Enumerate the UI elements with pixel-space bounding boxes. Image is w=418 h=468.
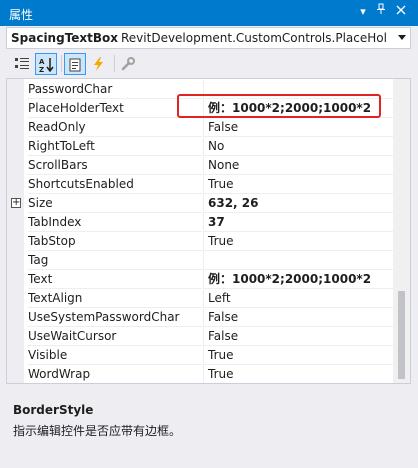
vertical-scrollbar[interactable]	[393, 79, 410, 383]
alphabetical-view-button[interactable]: A Z	[35, 53, 57, 75]
property-name: Size	[28, 194, 202, 213]
property-value[interactable]: Left	[203, 289, 394, 308]
property-name: TextAlign	[28, 289, 202, 308]
property-row[interactable]: ShortcutsEnabled True	[7, 175, 394, 194]
property-value[interactable]: 632, 26	[203, 194, 394, 213]
property-value[interactable]: False	[203, 327, 394, 346]
property-value[interactable]: True	[203, 232, 394, 251]
toolbar: A Z	[6, 52, 411, 76]
property-name: Tag	[28, 251, 202, 270]
property-grid: PasswordChar PlaceHolderText 例：1000*2;2000…	[6, 78, 411, 384]
categorized-icon	[15, 58, 29, 69]
description-pane: BorderStyle 指示编辑控件是否应带有边框。	[6, 398, 411, 463]
property-name: PasswordChar	[28, 80, 202, 99]
property-pages-button[interactable]	[117, 53, 139, 75]
properties-icon	[69, 58, 81, 72]
property-row[interactable]: RightToLeft No	[7, 137, 394, 156]
toolbar-separator	[61, 55, 62, 72]
property-name: ShortcutsEnabled	[28, 175, 202, 194]
property-value[interactable]: True	[203, 175, 394, 194]
property-name: Visible	[28, 346, 202, 365]
property-value[interactable]	[203, 251, 394, 270]
chevron-down-icon[interactable]	[394, 28, 410, 48]
close-icon	[396, 5, 406, 15]
window-menu-button[interactable]: ▾	[354, 3, 372, 21]
svg-text:A: A	[39, 58, 45, 66]
property-row[interactable]: TabStop True	[7, 232, 394, 251]
property-row[interactable]: UseWaitCursor False	[7, 327, 394, 346]
property-value[interactable]: None	[203, 156, 394, 175]
scrollbar-thumb[interactable]	[398, 291, 405, 379]
object-selector[interactable]: SpacingTextBox RevitDevelopment.CustomCo…	[6, 27, 411, 49]
events-view-button[interactable]	[88, 53, 110, 75]
property-name: TabStop	[28, 232, 202, 251]
property-name: ScrollBars	[28, 156, 202, 175]
property-name: UseWaitCursor	[28, 327, 202, 346]
description-text: 指示编辑控件是否应带有边框。	[13, 424, 182, 438]
wrench-icon	[121, 57, 135, 71]
property-name: WordWrap	[28, 365, 202, 383]
svg-text:Z: Z	[39, 66, 44, 73]
categorized-view-button[interactable]	[11, 53, 33, 75]
property-value[interactable]: 例：1000*2;2000;1000*2	[203, 270, 394, 289]
expand-icon[interactable]: +	[11, 198, 21, 208]
property-value[interactable]: 37	[203, 213, 394, 232]
property-row[interactable]: + Size 632, 26	[7, 194, 394, 213]
alphabetical-icon: A Z	[39, 58, 54, 73]
property-row[interactable]: Tag	[7, 251, 394, 270]
property-row[interactable]: Text 例：1000*2;2000;1000*2	[7, 270, 394, 289]
properties-view-button[interactable]	[64, 53, 86, 75]
property-value[interactable]: False	[203, 118, 394, 137]
property-row[interactable]: ReadOnly False	[7, 118, 394, 137]
property-name: RightToLeft	[28, 137, 202, 156]
object-type: RevitDevelopment.CustomControls.PlaceHol…	[121, 31, 387, 45]
property-name: UseSystemPasswordChar	[28, 308, 202, 327]
property-row[interactable]: UseSystemPasswordChar False	[7, 308, 394, 327]
object-name: SpacingTextBox	[11, 31, 119, 45]
property-row[interactable]: ScrollBars None	[7, 156, 394, 175]
pin-button[interactable]	[372, 3, 390, 21]
property-value[interactable]: No	[203, 137, 394, 156]
close-button[interactable]	[392, 3, 410, 21]
property-name: TabIndex	[28, 213, 202, 232]
property-name: PlaceHolderText	[28, 99, 202, 118]
property-row[interactable]: WordWrap True	[7, 365, 394, 383]
property-value[interactable]: True	[203, 365, 394, 383]
property-value[interactable]: False	[203, 308, 394, 327]
lightning-icon	[94, 57, 103, 71]
pin-icon	[377, 3, 385, 14]
property-row[interactable]: Visible True	[7, 346, 394, 365]
property-value[interactable]: True	[203, 346, 394, 365]
description-property-name: BorderStyle	[13, 403, 94, 417]
title-bar[interactable]: 属性 ▾	[0, 0, 418, 26]
window-title: 属性	[9, 8, 34, 22]
property-name: Text	[28, 270, 202, 289]
properties-panel: 属性 ▾ SpacingTextBox RevitDevelopment.Cus…	[0, 0, 418, 468]
property-row[interactable]: TabIndex 37	[7, 213, 394, 232]
property-name: ReadOnly	[28, 118, 202, 137]
property-row[interactable]: TextAlign Left	[7, 289, 394, 308]
highlight-box	[177, 94, 381, 118]
toolbar-separator	[114, 55, 115, 72]
